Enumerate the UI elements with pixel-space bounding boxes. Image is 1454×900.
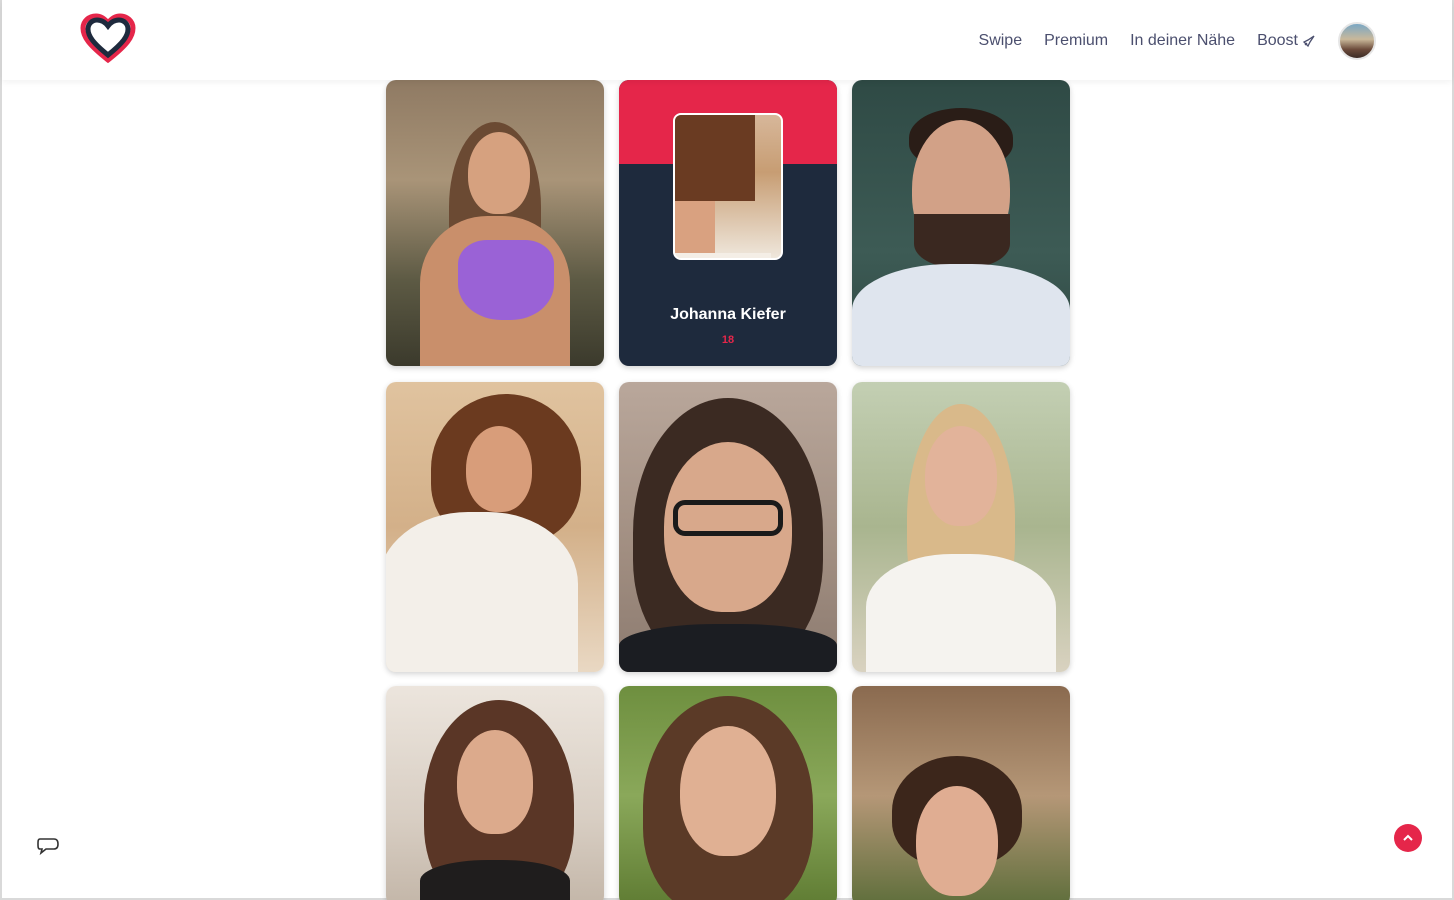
body-shape	[386, 512, 578, 672]
profile-card-photo[interactable]	[619, 686, 837, 900]
profile-card-photo[interactable]	[386, 686, 604, 900]
profile-photo	[386, 686, 604, 900]
nav-links: Swipe Premium In deiner Nähe Boost	[957, 22, 1376, 60]
nav-boost-label: Boost	[1257, 32, 1298, 49]
profile-photo	[386, 80, 604, 366]
face-shape	[925, 426, 997, 526]
face-shape	[468, 132, 531, 214]
face-shape	[466, 426, 533, 512]
face-shape	[915, 786, 998, 896]
profile-card-photo[interactable]	[386, 382, 604, 672]
beard-shape	[914, 214, 1010, 268]
rocket-icon	[1302, 35, 1315, 48]
profile-photo	[386, 382, 604, 672]
nav-swipe[interactable]: Swipe	[979, 32, 1023, 50]
profile-photo	[852, 686, 1070, 900]
nav-nearby[interactable]: In deiner Nähe	[1130, 32, 1235, 50]
chat-bubble-icon[interactable]	[36, 836, 60, 856]
profile-age: 18	[721, 334, 735, 346]
profile-photo	[619, 382, 837, 672]
body-shape	[852, 264, 1070, 366]
body-shape	[420, 860, 570, 900]
body-shape	[619, 624, 837, 672]
body-shape	[866, 554, 1056, 672]
user-avatar[interactable]	[1338, 22, 1376, 60]
profile-photo	[852, 80, 1070, 366]
swimwear-shape	[458, 240, 554, 320]
profile-photo	[619, 686, 837, 900]
chevron-up-icon	[1403, 834, 1413, 841]
profile-card-photo[interactable]	[852, 80, 1070, 366]
nav-boost[interactable]: Boost	[1257, 32, 1316, 50]
profile-card-photo[interactable]	[386, 80, 604, 366]
profile-card-photo[interactable]	[852, 686, 1070, 900]
face-shape	[457, 730, 533, 834]
top-navbar: Swipe Premium In deiner Nähe Boost	[2, 0, 1452, 80]
heart-logo-icon[interactable]	[79, 13, 137, 65]
profile-card-image	[673, 113, 783, 260]
profile-card-featured[interactable]: Johanna Kiefer 18	[619, 80, 837, 366]
hair-shape	[675, 115, 755, 201]
profile-photo	[852, 382, 1070, 672]
glasses-shape	[673, 500, 783, 536]
nav-premium[interactable]: Premium	[1044, 32, 1108, 50]
profile-card-photo[interactable]	[852, 382, 1070, 672]
face-shape	[680, 726, 776, 856]
face-shape	[675, 201, 715, 253]
scroll-to-top-button[interactable]	[1394, 824, 1422, 852]
profile-name: Johanna Kiefer	[670, 306, 786, 323]
profile-card-photo[interactable]	[619, 382, 837, 672]
body-shape	[675, 253, 771, 258]
